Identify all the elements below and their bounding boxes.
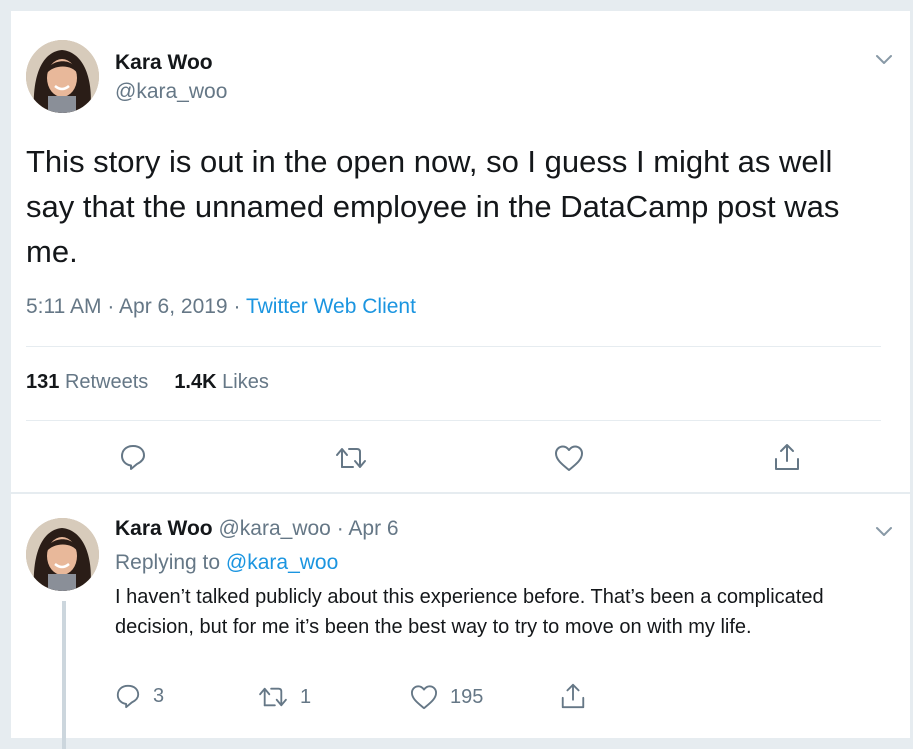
author-name[interactable]: Kara Woo: [115, 51, 213, 75]
heart-icon: [555, 445, 583, 471]
likes-count: 1.4K: [174, 371, 217, 393]
share-button[interactable]: [772, 442, 802, 472]
heart-icon: [410, 685, 437, 710]
retweet-icon: [336, 448, 366, 468]
reply-separator: ·: [336, 517, 344, 540]
share-icon: [775, 444, 799, 470]
likes-stat[interactable]: 1.4K Likes: [174, 371, 269, 393]
author-avatar[interactable]: [26, 40, 99, 113]
retweet-icon: [259, 687, 287, 707]
reply-icon: [121, 445, 145, 470]
divider: [11, 492, 910, 494]
share-icon: [561, 683, 585, 709]
divider: [26, 346, 881, 347]
reply-icon: [116, 684, 140, 709]
retweets-stat[interactable]: 131 Retweets: [26, 371, 148, 393]
tweet-time[interactable]: 5:11 AM: [26, 295, 102, 318]
retweets-label: Retweets: [64, 371, 149, 393]
divider: [26, 420, 881, 421]
reply-button[interactable]: [119, 443, 147, 471]
replying-to: Replying to @kara_woo: [115, 551, 338, 575]
reply-like-count: 195: [450, 685, 484, 708]
reply-avatar[interactable]: [26, 518, 99, 591]
thread-line: [62, 601, 66, 749]
chevron-down-icon[interactable]: [875, 51, 893, 69]
client-link[interactable]: Twitter Web Client: [246, 295, 416, 318]
reply-reply-count: 3: [153, 684, 165, 707]
likes-label: Likes: [222, 371, 269, 393]
retweets-count: 131: [26, 371, 60, 393]
replying-label: Replying to: [115, 551, 221, 574]
tweet-meta: 5:11 AM · Apr 6, 2019 · Twitter Web Clie…: [26, 295, 416, 319]
tweet-stats: 131 Retweets 1.4K Likes: [26, 371, 295, 394]
reply-text: I haven’t talked publicly about this exp…: [115, 586, 824, 638]
reply-share-button[interactable]: [559, 682, 587, 710]
chevron-down-icon[interactable]: [875, 523, 893, 541]
reply-date[interactable]: Apr 6: [348, 517, 398, 540]
reply-like-button[interactable]: 195: [410, 684, 483, 710]
reply-retweet-button[interactable]: 1: [258, 685, 311, 709]
replying-handle-link[interactable]: @kara_woo: [226, 551, 338, 574]
meta-separator: ·: [107, 295, 115, 318]
reply-header: Kara Woo @kara_woo · Apr 6: [115, 517, 399, 541]
like-button[interactable]: [554, 444, 584, 472]
meta-separator: ·: [233, 295, 241, 318]
tweet-text: This story is out in the open now, so I …: [26, 144, 840, 269]
author-handle[interactable]: @kara_woo: [115, 80, 227, 104]
timeline-card: Kara Woo @kara_woo This story is out in …: [11, 11, 910, 749]
reply-author-handle[interactable]: @kara_woo: [218, 517, 330, 540]
reply-author-name[interactable]: Kara Woo: [115, 517, 213, 540]
reply-retweet-count: 1: [300, 685, 312, 708]
retweet-button[interactable]: [335, 445, 367, 471]
tweet-date[interactable]: Apr 6, 2019: [119, 295, 228, 318]
reply-reply-button[interactable]: 3: [115, 683, 164, 709]
